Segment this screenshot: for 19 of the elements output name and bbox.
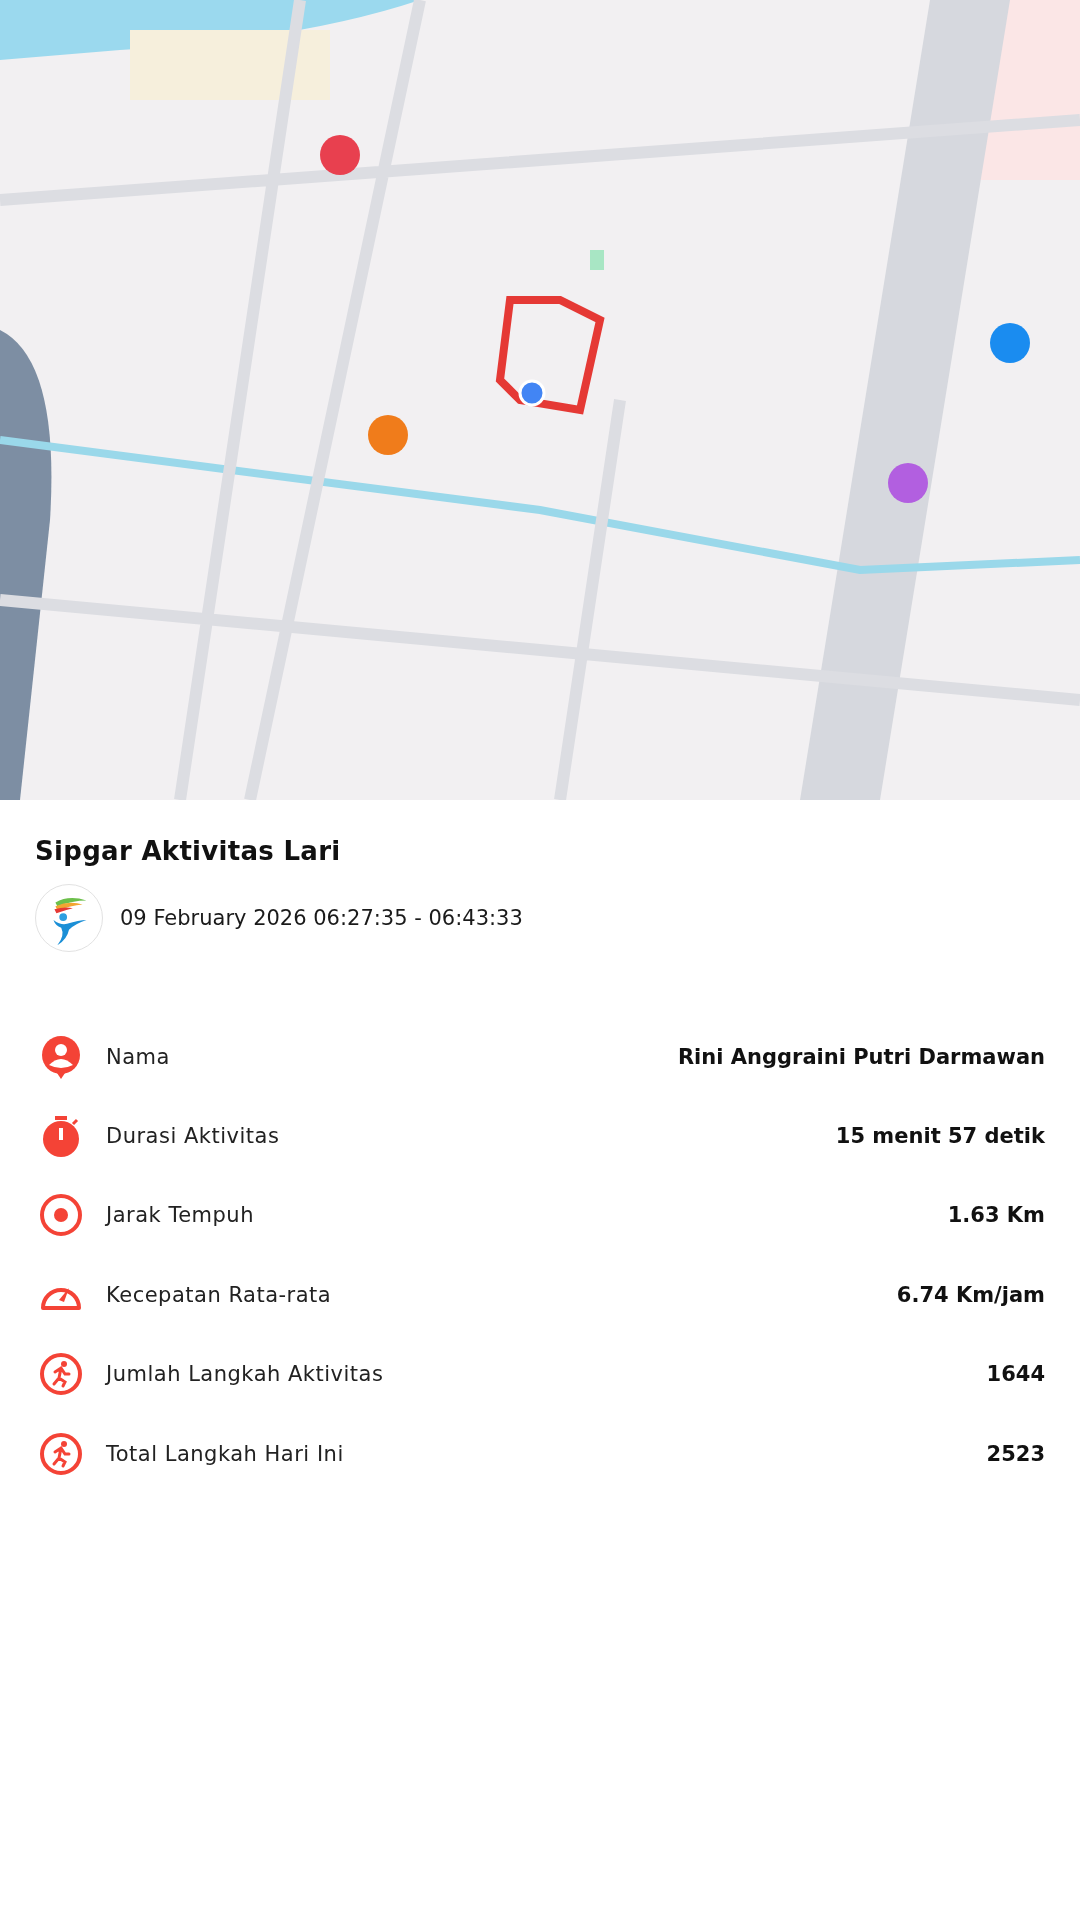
stat-value: 1644: [986, 1362, 1045, 1387]
target-icon: [39, 1193, 83, 1238]
stat-label: Total Langkah Hari Ini: [106, 1441, 345, 1466]
stat-label: Durasi Aktivitas: [106, 1124, 281, 1149]
person-icon: [39, 1034, 83, 1079]
stat-value: Rini Anggraini Putri Darmawan: [677, 1044, 1045, 1069]
stat-label: Jumlah Langkah Aktivitas: [106, 1362, 385, 1387]
stat-value: 2523: [986, 1441, 1045, 1466]
stat-label: Kecepatan Rata-rata: [106, 1282, 333, 1307]
stat-label: Jarak Tempuh: [106, 1203, 255, 1228]
stat-label: Nama: [106, 1044, 171, 1069]
activity-title: Sipgar Aktivitas Lari: [35, 836, 342, 866]
activity-datetime: 09 February 2026 06:27:35 - 06:43:33: [120, 906, 523, 930]
runner-icon: [39, 1431, 83, 1476]
stat-value: 1.63 Km: [947, 1203, 1045, 1228]
stat-value: 15 menit 57 detik: [835, 1124, 1045, 1149]
runner-icon: [39, 1352, 83, 1397]
stat-value: 6.74 Km/jam: [896, 1282, 1045, 1307]
gauge-icon: [39, 1285, 83, 1312]
